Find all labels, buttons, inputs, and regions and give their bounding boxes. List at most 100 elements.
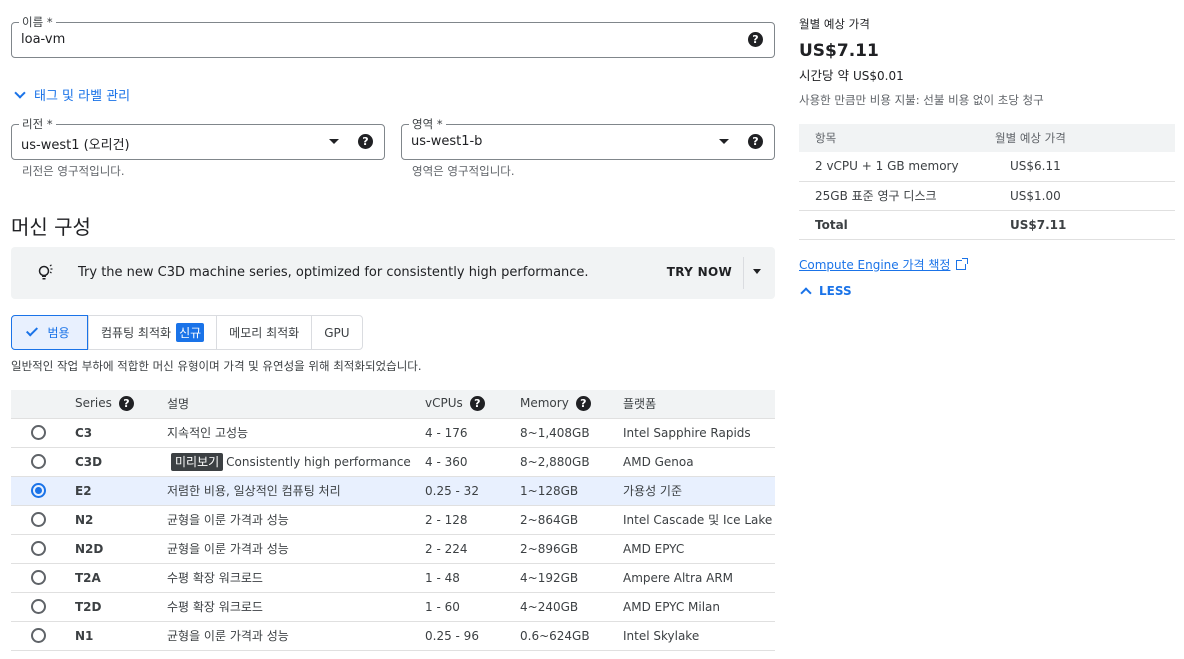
section-title: 머신 구성 <box>11 215 91 239</box>
family-description: 일반적인 작업 부하에 적합한 머신 유형이며 가격 및 유연성을 위해 최적화… <box>11 359 422 373</box>
region-select[interactable]: 리전 * us-west1 (오리건) ? <box>11 117 385 160</box>
series-platform: AMD Genoa <box>623 446 775 476</box>
series-name: N2D <box>75 533 167 563</box>
tab-memory-optimized[interactable]: 메모리 최적화 <box>216 316 311 349</box>
less-button[interactable]: LESS <box>799 284 852 299</box>
help-icon[interactable]: ? <box>748 32 763 47</box>
zone-select[interactable]: 영역 * us-west1-b ? <box>401 117 775 160</box>
table-row[interactable]: N2 균형을 이룬 가격과 성능 2 - 128 2~864GB Intel C… <box>11 504 775 534</box>
dropdown-arrow-icon <box>719 139 729 144</box>
series-description: 수평 확장 워크로드 <box>167 562 425 592</box>
dropdown-arrow-icon[interactable] <box>753 269 761 274</box>
try-now-button[interactable]: TRY NOW <box>667 265 732 279</box>
series-name: T2A <box>75 562 167 592</box>
radio-button[interactable] <box>31 570 46 585</box>
series-memory: 2~864GB <box>520 504 623 534</box>
help-icon[interactable]: ? <box>575 396 591 412</box>
series-name: N2 <box>75 504 167 534</box>
help-icon[interactable]: ? <box>469 396 485 412</box>
radio-column-header <box>11 390 75 418</box>
series-memory: 1~128GB <box>520 475 623 505</box>
radio-button[interactable] <box>31 541 46 556</box>
radio-button[interactable] <box>31 599 46 614</box>
radio-button[interactable] <box>31 425 46 440</box>
tab-label: 컴퓨팅 최적화 <box>101 326 172 340</box>
table-row[interactable]: N1 균형을 이룬 가격과 성능 0.25 - 96 0.6~624GB Int… <box>11 620 775 651</box>
zone-hint: 영역은 영구적입니다. <box>412 164 515 178</box>
manage-tags-labels-toggle[interactable]: 태그 및 라벨 관리 <box>14 85 130 104</box>
machine-family-tabs: 범용 컴퓨팅 최적화 신규 메모리 최적화 GPU <box>11 315 363 350</box>
tab-compute-optimized[interactable]: 컴퓨팅 최적화 신규 <box>88 316 216 349</box>
monthly-price: US$7.11 <box>799 41 879 61</box>
series-platform: Intel Skylake <box>623 620 775 651</box>
c3d-promo-banner: Try the new C3D machine series, optimize… <box>11 247 775 299</box>
series-description: Consistently high performance <box>226 455 411 469</box>
help-icon[interactable]: ? <box>118 396 134 412</box>
series-header: Series? <box>75 390 167 418</box>
zone-label: 영역 * <box>409 117 446 131</box>
lightbulb-icon <box>37 264 55 286</box>
total-value: US$7.11 <box>995 210 1175 240</box>
price-header: 월별 예상 가격 <box>995 124 1175 152</box>
radio-button[interactable] <box>31 512 46 527</box>
table-row[interactable]: N2D 균형을 이룬 가격과 성능 2 - 224 2~896GB AMD EP… <box>11 533 775 563</box>
radio-button-selected[interactable] <box>31 483 46 498</box>
series-vcpus: 2 - 128 <box>425 504 520 534</box>
series-vcpus: 0.25 - 96 <box>425 620 520 651</box>
hourly-price: 시간당 약 US$0.01 <box>799 65 904 84</box>
series-description: 균형을 이룬 가격과 성능 <box>167 620 425 651</box>
pricing-title: 월별 예상 가격 <box>799 17 870 31</box>
cost-value: US$1.00 <box>995 181 1175 211</box>
tab-label: GPU <box>324 325 350 340</box>
series-name: T2D <box>75 591 167 621</box>
table-header: Series? 설명 vCPUs? Memory? 플랫폼 <box>11 390 775 418</box>
description-header: 설명 <box>167 390 425 418</box>
table-row[interactable]: T2D 수평 확장 워크로드 1 - 60 4~240GB AMD EPYC M… <box>11 591 775 621</box>
pricing-link[interactable]: Compute Engine 가격 책정 <box>799 256 969 273</box>
pricing-link-label: Compute Engine 가격 책정 <box>799 258 951 272</box>
series-description: 균형을 이룬 가격과 성능 <box>167 504 425 534</box>
chevron-down-icon <box>14 86 26 99</box>
series-memory: 8~1,408GB <box>520 417 623 447</box>
total-label: Total <box>799 210 995 240</box>
series-platform: 가용성 기준 <box>623 475 775 505</box>
tab-gpu[interactable]: GPU <box>311 316 361 349</box>
item-header: 항목 <box>799 124 995 152</box>
table-row: 25GB 표준 영구 디스크 US$1.00 <box>799 181 1175 211</box>
platform-header: 플랫폼 <box>623 390 775 418</box>
external-link-icon <box>956 257 969 270</box>
cost-breakdown-table: 항목 월별 예상 가격 2 vCPU + 1 GB memory US$6.11… <box>799 124 1175 240</box>
series-description: 균형을 이룬 가격과 성능 <box>167 533 425 563</box>
series-memory: 4~192GB <box>520 562 623 592</box>
table-row[interactable]: C3 지속적인 고성능 4 - 176 8~1,408GB Intel Sapp… <box>11 417 775 447</box>
help-icon[interactable]: ? <box>358 134 373 149</box>
table-row[interactable]: C3D 미리보기 Consistently high performance 4 … <box>11 446 775 476</box>
series-vcpus: 4 - 176 <box>425 417 520 447</box>
name-field-label: 이름 * <box>19 15 56 29</box>
series-vcpus: 1 - 48 <box>425 562 520 592</box>
name-input[interactable]: loa-vm <box>21 32 65 47</box>
series-platform: AMD EPYC <box>623 533 775 563</box>
series-vcpus: 2 - 224 <box>425 533 520 563</box>
help-icon[interactable]: ? <box>748 134 763 149</box>
vcpus-header: vCPUs? <box>425 390 520 418</box>
radio-button[interactable] <box>31 628 46 643</box>
tab-general-purpose[interactable]: 범용 <box>11 315 88 350</box>
radio-button[interactable] <box>31 454 46 469</box>
tab-label: 범용 <box>47 326 70 340</box>
table-row-selected[interactable]: E2 저렴한 비용, 일상적인 컴퓨팅 처리 0.25 - 32 1~128GB… <box>11 475 775 505</box>
less-label: LESS <box>819 284 852 298</box>
name-field[interactable]: 이름 * loa-vm ? <box>11 15 775 58</box>
series-description-cell: 미리보기 Consistently high performance <box>167 446 425 476</box>
series-description: 지속적인 고성능 <box>167 417 425 447</box>
table-row[interactable]: T2A 수평 확장 워크로드 1 - 48 4~192GB Ampere Alt… <box>11 562 775 592</box>
series-platform: Intel Cascade 및 Ice Lake <box>623 504 775 534</box>
series-memory: 4~240GB <box>520 591 623 621</box>
billing-note: 사용한 만큼만 비용 지불: 선불 비용 없이 초당 청구 <box>799 93 1044 107</box>
series-memory: 0.6~624GB <box>520 620 623 651</box>
banner-text: Try the new C3D machine series, optimize… <box>78 265 589 280</box>
series-name: E2 <box>75 475 167 505</box>
zone-value: us-west1-b <box>411 134 483 149</box>
preview-badge: 미리보기 <box>171 453 224 471</box>
tab-label: 메모리 최적화 <box>229 326 300 340</box>
